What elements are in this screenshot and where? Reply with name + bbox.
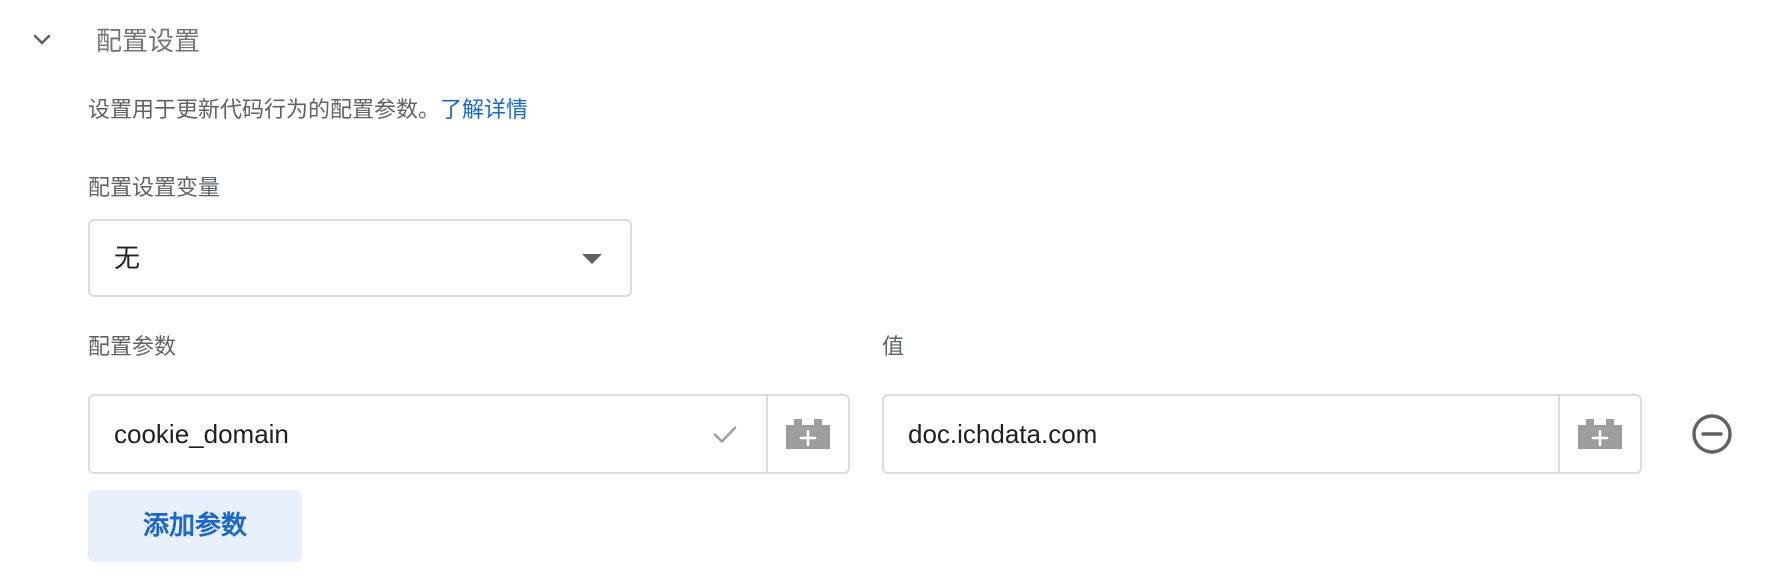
add-parameter-button[interactable]: 添加参数 (88, 490, 302, 562)
parameter-name-input[interactable]: cookie_domain (114, 418, 289, 450)
section-title: 配置设置 (96, 27, 201, 57)
description-text: 设置用于更新代码行为的配置参数。 (88, 98, 441, 123)
parameter-name-label: 配置参数 (88, 335, 177, 360)
remove-circle-icon (1692, 414, 1732, 454)
config-variable-label: 配置设置变量 (88, 176, 221, 201)
section-description: 设置用于更新代码行为的配置参数。了解详情 (88, 96, 528, 126)
variable-block-icon (1578, 419, 1622, 449)
variable-block-icon (786, 419, 830, 449)
parameter-value-group: doc.ichdata.com (882, 394, 1642, 474)
config-variable-select[interactable]: 无 (88, 219, 632, 297)
config-variable-value: 无 (114, 244, 141, 274)
chevron-down-icon (33, 34, 51, 45)
collapse-chevron-button[interactable] (26, 24, 58, 56)
insert-variable-button[interactable] (1558, 396, 1640, 472)
parameter-value-label: 值 (882, 335, 905, 360)
parameter-value-input[interactable]: doc.ichdata.com (908, 418, 1097, 450)
insert-variable-button[interactable] (766, 396, 848, 472)
dropdown-arrow-icon (582, 254, 602, 264)
check-icon (713, 426, 737, 443)
learn-more-link[interactable]: 了解详情 (440, 98, 528, 123)
remove-parameter-button[interactable] (1690, 412, 1734, 456)
parameter-row: cookie_domain (88, 394, 850, 474)
